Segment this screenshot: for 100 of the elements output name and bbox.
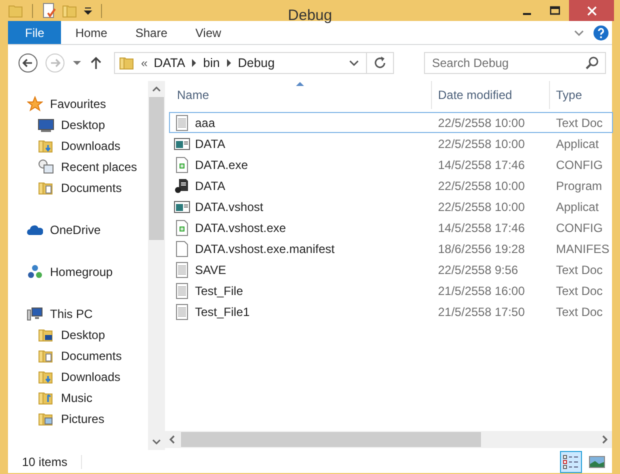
minimize-icon bbox=[523, 12, 531, 14]
date-modified: 22/5/2558 10:00 bbox=[438, 200, 525, 214]
navigation-item[interactable]: Documents bbox=[8, 177, 148, 198]
file-type: CONFIG bbox=[556, 158, 603, 172]
column-header[interactable]: Name bbox=[169, 81, 431, 109]
date-modified: 14/5/2558 17:46 bbox=[438, 220, 525, 234]
sort-ascending-icon bbox=[296, 81, 304, 86]
help-icon[interactable] bbox=[593, 24, 609, 40]
config-file-icon bbox=[174, 156, 190, 172]
navigation-item[interactable]: Pictures bbox=[8, 408, 148, 429]
vertical-scrollbar[interactable] bbox=[148, 81, 165, 450]
date-modified: 21/5/2558 16:00 bbox=[438, 284, 525, 298]
navigation-item[interactable]: This PC bbox=[8, 303, 148, 324]
file-type: Text Doc bbox=[556, 304, 603, 318]
navigation-item[interactable]: Favourites bbox=[8, 93, 148, 114]
file-name: DATA bbox=[195, 178, 226, 192]
downloads-folder-icon bbox=[38, 368, 54, 384]
file-name: DATA.vshost bbox=[195, 200, 264, 214]
scrollbar-thumb[interactable] bbox=[149, 97, 164, 240]
music-folder-icon bbox=[38, 390, 54, 406]
overflow-chevron[interactable]: « bbox=[141, 56, 148, 70]
file-row[interactable]: SAVE 22/5/2558 9:56 Text Doc bbox=[169, 259, 613, 280]
navigation-item[interactable]: Desktop bbox=[8, 114, 148, 135]
file-row[interactable]: DATA 22/5/2558 10:00 Applicat bbox=[169, 133, 613, 154]
program-icon bbox=[174, 178, 190, 194]
file-row[interactable]: aaa 22/5/2558 10:00 Text Doc bbox=[169, 112, 613, 133]
date-modified: 21/5/2558 17:50 bbox=[438, 304, 525, 318]
scrollbar-thumb[interactable] bbox=[181, 432, 481, 447]
folder-icon bbox=[119, 55, 135, 71]
maximize-icon bbox=[550, 6, 560, 16]
file-name: aaa bbox=[195, 116, 216, 130]
breadcrumb-arrow-icon[interactable] bbox=[226, 59, 232, 67]
refresh-icon[interactable] bbox=[373, 56, 387, 70]
search-icon[interactable] bbox=[585, 56, 599, 70]
navigation-item[interactable]: Downloads bbox=[8, 366, 148, 387]
column-header[interactable]: Date modified bbox=[431, 81, 549, 109]
navigation-item[interactable]: OneDrive bbox=[8, 219, 148, 240]
desktop-folder-icon bbox=[38, 326, 54, 342]
documents-folder-icon bbox=[38, 180, 54, 196]
date-modified: 22/5/2558 10:00 bbox=[438, 178, 525, 192]
properties-icon[interactable] bbox=[41, 2, 57, 18]
address-bar[interactable]: « DATA bin Debug bbox=[114, 52, 394, 74]
scroll-left-icon[interactable] bbox=[169, 435, 175, 444]
date-modified: 18/6/2556 19:28 bbox=[438, 242, 525, 256]
ribbon-tab[interactable]: Home bbox=[61, 21, 122, 44]
landscape-icon bbox=[589, 454, 605, 468]
date-modified: 14/5/2558 17:46 bbox=[438, 158, 525, 172]
up-arrow-icon[interactable] bbox=[89, 56, 103, 70]
homegroup-icon bbox=[27, 264, 43, 280]
navigation-item[interactable]: Music bbox=[8, 387, 148, 408]
file-type: MANIFES bbox=[556, 242, 610, 256]
application-icon bbox=[174, 198, 190, 214]
text-file-icon bbox=[174, 262, 190, 278]
documents-folder-icon bbox=[38, 348, 54, 364]
date-modified: 22/5/2558 10:00 bbox=[438, 116, 525, 130]
item-count: 10 items bbox=[22, 454, 68, 468]
close-icon bbox=[586, 6, 596, 16]
horizontal-scrollbar[interactable] bbox=[165, 431, 612, 448]
file-type: Text Doc bbox=[556, 284, 603, 298]
recent-locations-icon[interactable] bbox=[72, 58, 82, 68]
breadcrumb[interactable]: bin bbox=[203, 56, 220, 70]
file-type: Text Doc bbox=[556, 262, 603, 276]
close-button[interactable] bbox=[569, 0, 614, 21]
dropdown-icon[interactable] bbox=[83, 6, 93, 16]
config-file-icon bbox=[174, 220, 190, 236]
back-button-icon[interactable] bbox=[18, 53, 38, 73]
pictures-folder-icon bbox=[38, 410, 54, 426]
file-row[interactable]: DATA.vshost.exe.manifest 18/6/2556 19:28 MANIFES bbox=[169, 238, 613, 259]
column-header[interactable]: Type bbox=[549, 81, 612, 109]
ribbon-tab[interactable]: Share bbox=[121, 21, 182, 44]
file-menu-tab[interactable]: File bbox=[8, 21, 62, 44]
navigation-item[interactable]: Desktop bbox=[8, 324, 148, 345]
blank-file-icon bbox=[174, 240, 190, 256]
scroll-up-icon[interactable] bbox=[152, 86, 161, 92]
file-type: Applicat bbox=[556, 200, 599, 214]
file-row[interactable]: DATA.vshost.exe 14/5/2558 17:46 CONFIG bbox=[169, 217, 613, 238]
text-file-icon bbox=[174, 304, 190, 320]
navigation-item[interactable]: Documents bbox=[8, 345, 148, 366]
ribbon-tab[interactable]: View bbox=[181, 21, 236, 44]
file-type: Text Doc bbox=[556, 116, 603, 130]
navigation-item[interactable]: Recent places bbox=[8, 156, 148, 177]
details-view-button[interactable] bbox=[560, 450, 582, 472]
file-row[interactable]: DATA 22/5/2558 10:00 Program bbox=[169, 175, 613, 196]
scroll-right-icon[interactable] bbox=[602, 435, 608, 444]
scroll-down-icon[interactable] bbox=[152, 439, 161, 445]
navigation-item[interactable]: Downloads bbox=[8, 135, 148, 156]
breadcrumb[interactable]: Debug bbox=[238, 56, 275, 70]
file-row[interactable]: DATA.exe 14/5/2558 17:46 CONFIG bbox=[169, 154, 613, 175]
file-row[interactable]: Test_File 21/5/2558 16:00 Text Doc bbox=[169, 280, 613, 301]
window-title: Debug bbox=[286, 7, 334, 24]
details-view-icon bbox=[563, 454, 579, 468]
breadcrumb[interactable]: DATA bbox=[154, 56, 186, 70]
file-row[interactable]: Test_File1 21/5/2558 17:50 Text Doc bbox=[169, 301, 613, 322]
application-icon bbox=[174, 136, 190, 152]
monitor-icon bbox=[38, 116, 54, 132]
file-name: DATA.vshost.exe.manifest bbox=[195, 242, 335, 256]
navigation-item[interactable]: Homegroup bbox=[8, 261, 148, 282]
file-row[interactable]: DATA.vshost 22/5/2558 10:00 Applicat bbox=[169, 196, 613, 217]
search-field[interactable]: Search Debug bbox=[424, 52, 606, 74]
breadcrumb-arrow-icon[interactable] bbox=[191, 59, 198, 67]
